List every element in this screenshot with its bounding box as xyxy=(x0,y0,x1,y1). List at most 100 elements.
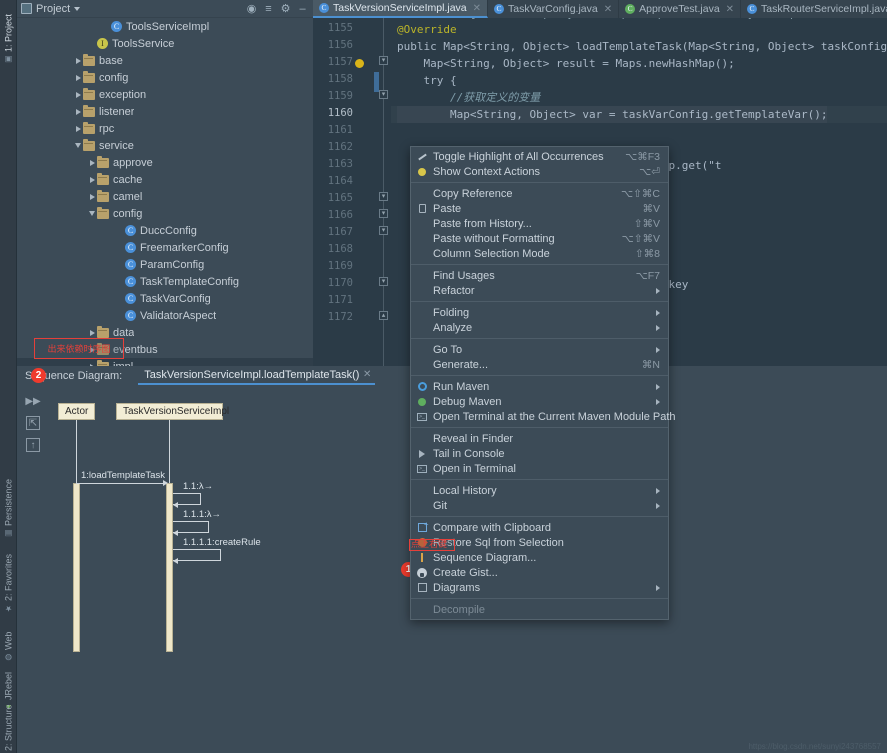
menu-item-paste[interactable]: Paste ⌘V xyxy=(411,201,668,216)
tree-item-validatoraspect[interactable]: C ValidatorAspect xyxy=(17,307,313,324)
folder-icon xyxy=(97,325,109,338)
expand-icon[interactable]: ▶▶ xyxy=(25,394,40,408)
chevron-down-icon[interactable] xyxy=(87,211,97,216)
menu-item-run-maven[interactable]: Run Maven xyxy=(411,379,668,394)
editor-gutter[interactable]: 1155 1156 1157 1158 1159 1160 1161 1162 1163 1164… xyxy=(313,18,391,366)
watermark-url: https://blog.csdn.net/sunyi243768557 xyxy=(748,742,881,751)
editor-tab-approvetest[interactable]: C ApproveTest.java ✕ xyxy=(619,0,742,18)
chevron-right-icon[interactable] xyxy=(73,108,83,115)
fold-mark-try[interactable]: ▾ xyxy=(379,90,388,99)
tree-item-base[interactable]: base xyxy=(17,52,313,69)
chevron-right-icon[interactable] xyxy=(73,91,83,98)
menu-item-toggle-highlight-of-all-occurrences[interactable]: Toggle Highlight of All Occurrences ⌥⌘F3 xyxy=(411,149,668,164)
menu-item-refactor[interactable]: Refactor xyxy=(411,283,668,298)
export-icon[interactable]: ⇱ xyxy=(26,416,40,430)
lifeline-box-actor[interactable]: Actor xyxy=(58,403,95,420)
editor-tab-taskversionserviceimpl[interactable]: C TaskVersionServiceImpl.java ✕ xyxy=(313,0,489,18)
editor-tab-taskrouterserviceimpl[interactable]: CTaskRouterServiceImpl.java✕ xyxy=(741,0,887,18)
menu-item-show-context-actions[interactable]: Show Context Actions ⌥⏎ xyxy=(411,164,668,179)
menu-item-paste-without-formatting[interactable]: Paste without Formatting ⌥⇧⌘V xyxy=(411,231,668,246)
sidebar-tab-favorites[interactable]: ★ 2: Favorites xyxy=(0,545,17,615)
tree-item-paramconfig[interactable]: C ParamConfig xyxy=(17,256,313,273)
tree-item-tasktemplateconfig[interactable]: C TaskTemplateConfig xyxy=(17,273,313,290)
chevron-right-icon[interactable] xyxy=(73,74,83,81)
menu-item-go-to[interactable]: Go To xyxy=(411,342,668,357)
sidebar-tab-persistence[interactable]: ▤ Persistence xyxy=(0,468,17,540)
tree-item-taskvarconfig[interactable]: C TaskVarConfig xyxy=(17,290,313,307)
chevron-right-icon[interactable] xyxy=(87,176,97,183)
chevron-right-icon[interactable] xyxy=(87,193,97,200)
menu-item-paste-from-history[interactable]: Paste from History... ⇧⌘V xyxy=(411,216,668,231)
tree-item-toolsservice[interactable]: I ToolsService xyxy=(17,35,313,52)
tree-item-cache[interactable]: cache xyxy=(17,171,313,188)
tree-item-impl[interactable]: impl xyxy=(17,358,313,366)
tree-item-exception[interactable]: exception xyxy=(17,86,313,103)
tree-item-service[interactable]: service xyxy=(17,137,313,154)
chevron-right-icon[interactable] xyxy=(73,57,83,64)
editor-tab-bar[interactable]: C TaskVersionServiceImpl.java ✕ C TaskVarCon… xyxy=(313,0,887,18)
menu-item-find-usages[interactable]: Find Usages ⌥F7 xyxy=(411,268,668,283)
line-number: 1160 xyxy=(327,107,353,119)
sidebar-tab-structure[interactable]: 2: Structure xyxy=(0,695,17,753)
sequence-diagram-tab[interactable]: TaskVersionServiceImpl.loadTemplateTask(… xyxy=(138,367,376,385)
lifeline-box-taskversionserviceimpl[interactable]: TaskVersionServiceImpl xyxy=(116,403,229,420)
project-tree[interactable]: C ToolsServiceImpl I ToolsService base config… xyxy=(17,18,313,366)
fold-mark-block-2[interactable]: ▾ xyxy=(379,209,388,218)
tree-item-config[interactable]: config xyxy=(17,205,313,222)
tree-item-config[interactable]: config xyxy=(17,69,313,86)
chevron-right-icon[interactable] xyxy=(87,159,97,166)
menu-item-tail-in-console[interactable]: Tail in Console xyxy=(411,446,668,461)
menu-item-analyze[interactable]: Analyze xyxy=(411,320,668,335)
menu-item-copy-reference[interactable]: Copy Reference ⌥⇧⌘C xyxy=(411,186,668,201)
fold-mark-block-1[interactable]: ▾ xyxy=(379,192,388,201)
tree-item-duccconfig[interactable]: C DuccConfig xyxy=(17,222,313,239)
tree-item-listener[interactable]: listener xyxy=(17,103,313,120)
menu-item-decompile: Decompile xyxy=(411,602,668,617)
gear-icon[interactable]: ⚙ xyxy=(279,2,292,15)
tree-item-camel[interactable]: camel xyxy=(17,188,313,205)
javadoc-line: Returns: java.util.Map key: varMap: map … xyxy=(417,18,887,23)
class-icon: C xyxy=(747,4,758,14)
fold-mark-block-5[interactable]: ▴ xyxy=(379,311,388,320)
menu-item-label: Git xyxy=(433,499,448,512)
close-icon[interactable]: ✕ xyxy=(726,4,734,15)
tree-item-freemarkerconfig[interactable]: C FreemarkerConfig xyxy=(17,239,313,256)
menu-item-folding[interactable]: Folding xyxy=(411,305,668,320)
close-icon[interactable]: ✕ xyxy=(473,3,481,14)
sidebar-tab-web[interactable]: ◍ Web xyxy=(0,620,17,664)
collapse-all-icon[interactable]: ≡ xyxy=(262,2,275,15)
save-icon[interactable]: ↑ xyxy=(26,438,40,452)
menu-item-open-in-terminal[interactable]: >_ Open in Terminal xyxy=(411,461,668,476)
override-marker-icon[interactable] xyxy=(355,59,364,68)
menu-item-compare-with-clipboard[interactable]: Compare with Clipboard xyxy=(411,520,668,535)
minimize-icon[interactable]: – xyxy=(296,2,309,15)
menu-item-diagrams[interactable]: Diagrams xyxy=(411,580,668,595)
database-icon: ▤ xyxy=(4,529,13,538)
target-icon[interactable]: ◉ xyxy=(245,2,258,15)
menu-separator xyxy=(411,264,668,265)
fold-mark-block-4[interactable]: ▾ xyxy=(379,277,388,286)
sidebar-tab-project[interactable]: ▣ 1: Project xyxy=(0,4,17,66)
tree-item-approve[interactable]: approve xyxy=(17,154,313,171)
editor-tab-taskvarconfig[interactable]: C TaskVarConfig.java ✕ xyxy=(488,0,620,18)
fold-mark-method[interactable]: ▾ xyxy=(379,56,388,65)
chevron-down-icon[interactable] xyxy=(73,143,83,148)
menu-item-sequence-diagram[interactable]: Sequence Diagram... xyxy=(411,550,668,565)
menu-item-git[interactable]: Git xyxy=(411,498,668,513)
close-icon[interactable]: ✕ xyxy=(604,4,612,15)
menu-item-column-selection-mode[interactable]: Column Selection Mode ⇧⌘8 xyxy=(411,246,668,261)
chevron-right-icon[interactable] xyxy=(87,329,97,336)
tree-item-toolsserviceimpl[interactable]: C ToolsServiceImpl xyxy=(17,18,313,35)
menu-item-open-terminal-at-the-current-maven-module-path[interactable]: >_ Open Terminal at the Current Maven Mod… xyxy=(411,409,676,424)
chevron-down-icon[interactable] xyxy=(74,6,81,11)
close-icon[interactable]: ✕ xyxy=(363,369,371,380)
tree-item-rpc[interactable]: rpc xyxy=(17,120,313,137)
tree-item-label: ToolsService xyxy=(112,37,175,50)
menu-item-reveal-in-finder[interactable]: Reveal in Finder xyxy=(411,431,668,446)
menu-item-local-history[interactable]: Local History xyxy=(411,483,668,498)
menu-item-generate[interactable]: Generate... ⌘N xyxy=(411,357,668,372)
menu-item-create-gist[interactable]: Create Gist... xyxy=(411,565,668,580)
chevron-right-icon[interactable] xyxy=(73,125,83,132)
fold-mark-block-3[interactable]: ▾ xyxy=(379,226,388,235)
menu-item-debug-maven[interactable]: Debug Maven xyxy=(411,394,668,409)
